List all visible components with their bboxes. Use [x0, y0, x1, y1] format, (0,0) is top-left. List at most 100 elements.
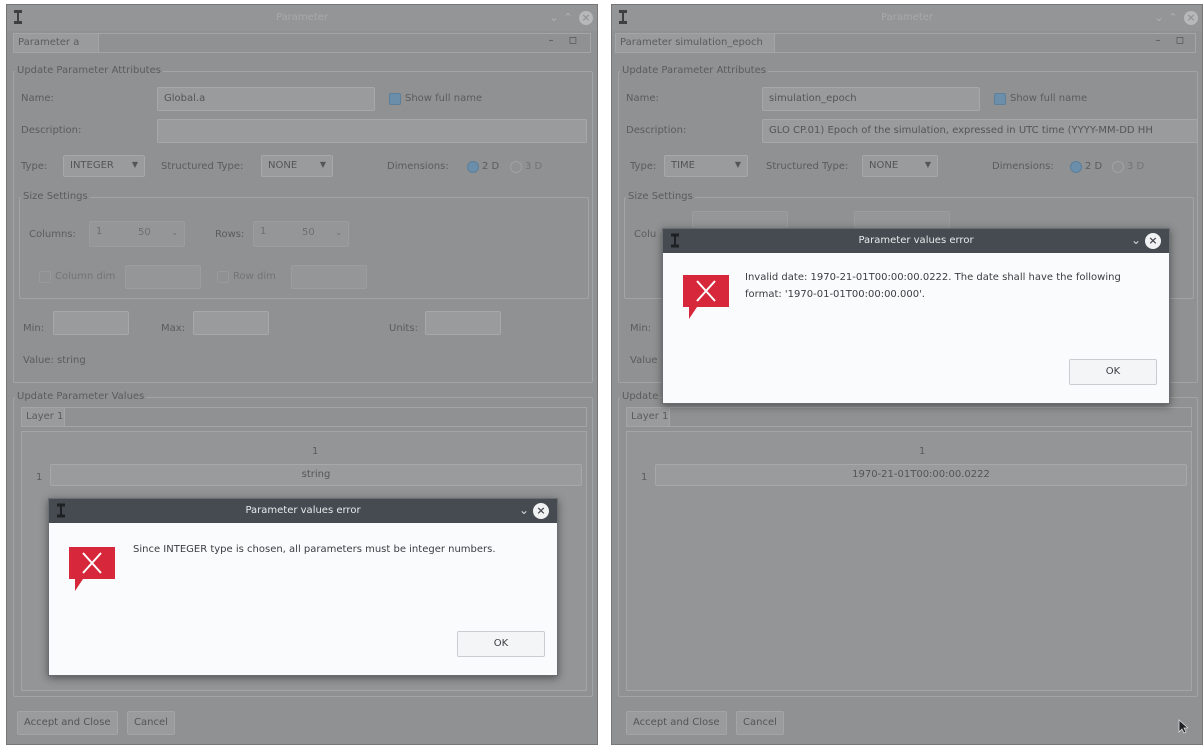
row-header: 1: [36, 472, 43, 483]
values-section-title: Update: [620, 391, 661, 402]
min-label: Min:: [630, 323, 652, 334]
structured-type-select[interactable]: NONE ▼: [862, 155, 938, 177]
show-full-name-checkbox[interactable]: [389, 93, 401, 105]
name-label: Name:: [21, 93, 54, 104]
dock-tab-bar: [775, 33, 1196, 53]
units-label: Units:: [389, 323, 418, 334]
dimension-3d-label: 3 D: [525, 161, 543, 172]
row-dim-label: Row dim: [233, 271, 276, 282]
type-label: Type:: [630, 161, 657, 172]
description-label: Description:: [21, 125, 82, 136]
min-label: Min:: [23, 323, 45, 334]
show-full-name-label: Show full name: [405, 93, 483, 104]
type-select[interactable]: INTEGER ▼: [63, 155, 145, 177]
type-select[interactable]: TIME ▼: [664, 155, 748, 177]
close-icon[interactable]: ×: [1184, 11, 1198, 25]
chevron-down-icon[interactable]: ⌄: [1131, 233, 1141, 247]
dimension-2d-radio[interactable]: [467, 161, 479, 173]
value-label: Value: string: [23, 355, 86, 366]
column-dim-label: Column dim: [55, 271, 116, 282]
float-icon[interactable]: – ◻: [1156, 35, 1190, 46]
error-dialog-right: Parameter values error ⌄ × Invalid date:…: [662, 228, 1170, 404]
values-section-title: Update Parameter Values: [15, 391, 147, 402]
rows-label: Rows:: [215, 229, 245, 240]
dock-tab-bar: [99, 33, 591, 53]
row-header: 1: [641, 472, 648, 483]
dialog-message: Since INTEGER type is chosen, all parame…: [133, 544, 496, 555]
columns-spinbox[interactable]: 1 50 ⌄: [89, 221, 185, 247]
columns-label: Colu: [634, 229, 657, 240]
dimension-2d-radio[interactable]: [1070, 161, 1082, 173]
show-full-name-checkbox[interactable]: [994, 93, 1006, 105]
show-full-name-label: Show full name: [1010, 93, 1088, 104]
window-titlebar[interactable]: Parameter ⌄ ⌃ ×: [612, 5, 1202, 31]
ok-button[interactable]: OK: [457, 631, 545, 657]
maximize-icon[interactable]: ⌃: [561, 11, 575, 25]
error-dialog-left: Parameter values error ⌄ × Since INTEGER…: [48, 498, 558, 676]
layer-tab-bar: [65, 407, 587, 427]
name-input[interactable]: simulation_epoch: [762, 87, 980, 111]
column-dim-checkbox[interactable]: [39, 271, 51, 283]
dimension-3d-radio[interactable]: [1112, 161, 1124, 173]
description-label: Description:: [626, 125, 687, 136]
dialog-titlebar[interactable]: Parameter values error ⌄ ×: [49, 499, 557, 523]
column-header: 1: [312, 446, 319, 457]
close-icon[interactable]: ×: [1145, 233, 1161, 249]
column-dim-input[interactable]: [125, 265, 201, 289]
dimensions-label: Dimensions:: [992, 161, 1054, 172]
size-settings-title: Size Settings: [626, 191, 695, 202]
row-dim-checkbox[interactable]: [217, 271, 229, 283]
attributes-section-title: Update Parameter Attributes: [620, 65, 768, 76]
columns-label: Columns:: [29, 229, 76, 240]
maximize-icon[interactable]: ⌃: [1166, 11, 1180, 25]
window-title: Parameter: [275, 12, 329, 23]
description-input[interactable]: [157, 119, 587, 143]
chevron-down-icon[interactable]: ⌄: [519, 503, 529, 517]
float-icon[interactable]: – ◻: [549, 35, 583, 46]
error-icon: [69, 547, 115, 591]
structured-type-label: Structured Type:: [766, 161, 849, 172]
dimension-3d-label: 3 D: [1127, 161, 1145, 172]
row-dim-input[interactable]: [291, 265, 367, 289]
minimize-icon[interactable]: ⌄: [547, 11, 561, 25]
table-cell[interactable]: string: [50, 464, 582, 486]
units-input[interactable]: [425, 311, 501, 335]
dock-tab[interactable]: Parameter a: [13, 33, 99, 53]
window-title: Parameter: [880, 12, 934, 23]
layer-tab[interactable]: Layer 1: [21, 407, 65, 427]
min-input[interactable]: [53, 311, 129, 335]
accept-and-close-button[interactable]: Accept and Close: [626, 711, 727, 735]
type-label: Type:: [21, 161, 48, 172]
window-titlebar[interactable]: Parameter ⌄ ⌃ ×: [7, 5, 597, 31]
minimize-icon[interactable]: ⌄: [1152, 11, 1166, 25]
dock-tab[interactable]: Parameter simulation_epoch: [615, 33, 775, 53]
dimension-3d-radio[interactable]: [510, 161, 522, 173]
table-cell[interactable]: 1970-21-01T00:00:00.0222: [655, 464, 1187, 486]
close-icon[interactable]: ×: [579, 11, 593, 25]
accept-and-close-button[interactable]: Accept and Close: [17, 711, 118, 735]
cancel-button[interactable]: Cancel: [127, 711, 175, 735]
dialog-titlebar[interactable]: Parameter values error ⌄ ×: [663, 229, 1169, 253]
structured-type-select[interactable]: NONE ▼: [261, 155, 333, 177]
rows-spinbox[interactable]: 1 50 ⌄: [253, 221, 349, 247]
name-label: Name:: [626, 93, 659, 104]
layer-tab-bar: [670, 407, 1192, 427]
mouse-cursor-icon: [1178, 719, 1188, 734]
close-icon[interactable]: ×: [533, 503, 549, 519]
attributes-section-title: Update Parameter Attributes: [15, 65, 163, 76]
column-header: 1: [919, 446, 926, 457]
ok-button[interactable]: OK: [1069, 359, 1157, 385]
structured-type-label: Structured Type:: [161, 161, 244, 172]
name-input[interactable]: Global.a: [157, 87, 375, 111]
dimension-2d-label: 2 D: [482, 161, 500, 172]
value-label: Value: [630, 355, 658, 366]
error-icon: [683, 275, 729, 319]
size-settings-title: Size Settings: [21, 191, 90, 202]
description-input[interactable]: GLO CP.01) Epoch of the simulation, expr…: [762, 119, 1198, 143]
cancel-button[interactable]: Cancel: [736, 711, 784, 735]
max-input[interactable]: [193, 311, 269, 335]
dialog-message-line2: format: '1970-01-01T00:00:00.000'.: [745, 289, 925, 300]
layer-tab[interactable]: Layer 1: [626, 407, 670, 427]
dialog-message-line1: Invalid date: 1970-21-01T00:00:00.0222. …: [745, 272, 1121, 283]
dimension-2d-label: 2 D: [1085, 161, 1103, 172]
